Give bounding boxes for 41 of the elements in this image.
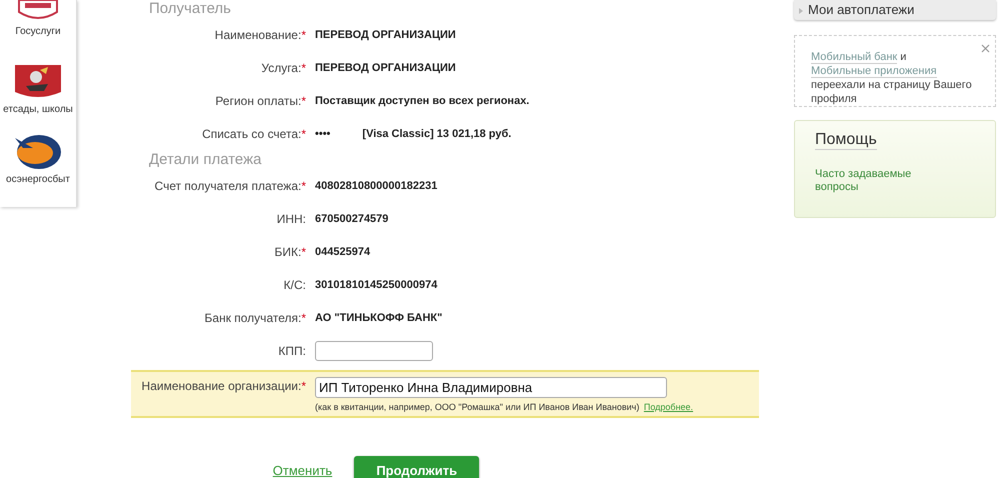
notice-text: Мобильный банк и Мобильные приложения переехали на страницу Вашего профиля <box>811 50 973 106</box>
input-field[interactable] <box>315 340 433 360</box>
field-label: Банк получателя:* <box>204 310 306 324</box>
field-label: Наименование:* <box>214 28 306 42</box>
field-value: Поставщик доступен во всех регионах. <box>315 94 530 106</box>
field-label: К/С: <box>282 278 306 292</box>
cancel-link[interactable]: Отменить <box>272 462 332 478</box>
field-label: Услуга:* <box>260 60 306 74</box>
sidebar-item[interactable]: осэнергосбыт <box>6 174 70 185</box>
autopay-label: Мои автоплатежи <box>808 2 914 17</box>
field-value: ПЕРЕВОД ОРГАНИЗАЦИИ <box>315 28 456 40</box>
section-heading: Получатель <box>149 2 232 18</box>
help-title[interactable]: Помощь <box>815 131 877 150</box>
field-value: 044525974 <box>315 246 370 258</box>
field-value: 670500274579 <box>315 212 388 224</box>
shield-logo-icon <box>15 0 61 22</box>
faq-link[interactable]: Часто задаваемые вопросы <box>815 168 925 194</box>
autopay-item[interactable]: Мои автоплатежи <box>794 0 996 20</box>
continue-button[interactable]: Продолжить <box>354 456 480 478</box>
input-field[interactable]: ИП Титоренко Инна Владимировна <box>315 377 667 398</box>
hint-text: (как в квитанции, например, ООО "Ромашка" или ИП Иванов Иван Иванович) <box>315 402 640 412</box>
field-value: 30101810145250000974 <box>315 278 438 290</box>
field-label: БИК:* <box>274 244 306 258</box>
coat-of-arms-icon <box>14 64 62 100</box>
sidebar-item[interactable]: Госуслуги <box>15 26 61 37</box>
field-label: Счет получателя платежа:* <box>154 178 306 192</box>
field-value: 40802810800000182231 <box>315 180 438 192</box>
card-value: [Visa Classic] 13 021,18 руб. <box>362 128 512 140</box>
field-label: КПП: <box>277 344 306 358</box>
section-heading: Детали платежа <box>149 150 262 169</box>
field-value: АО "ТИНЬКОФФ БАНК" <box>315 312 442 324</box>
field-label: ИНН: <box>276 212 306 226</box>
close-icon[interactable] <box>981 44 990 53</box>
field-label: Регион оплаты:* <box>214 94 306 108</box>
energy-logo-icon <box>13 134 63 170</box>
sidebar-item[interactable]: етсады, школы <box>3 104 73 115</box>
caret-icon <box>799 8 803 14</box>
field-value: ПЕРЕВОД ОРГАНИЗАЦИИ <box>315 62 456 74</box>
field-label: Наименование организации:* <box>140 378 306 395</box>
field-value: •••• <box>315 128 330 140</box>
field-label: Списать со счета:* <box>201 126 306 140</box>
